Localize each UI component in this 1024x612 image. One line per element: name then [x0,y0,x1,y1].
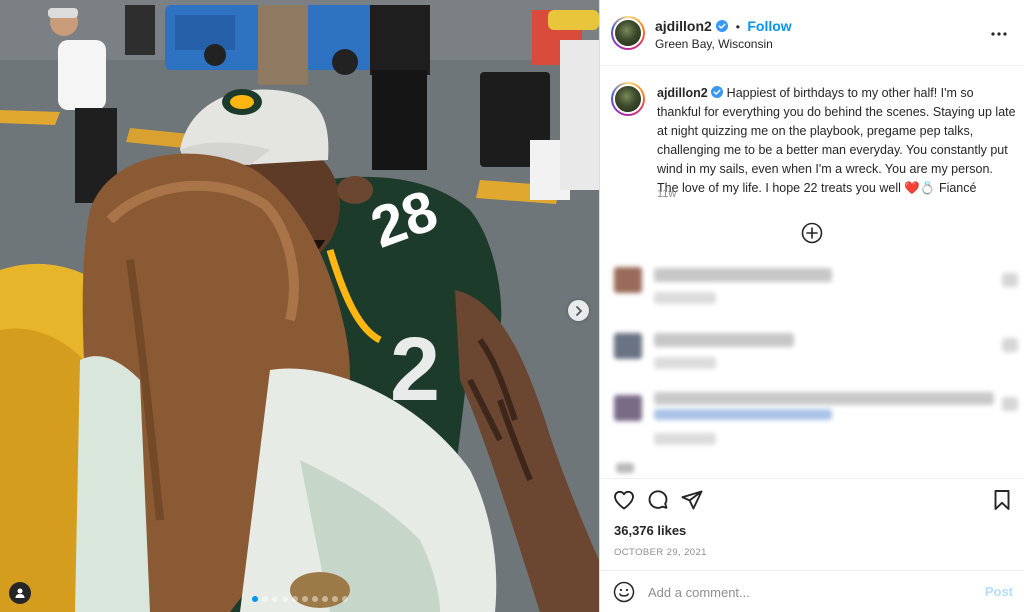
carousel-next-button[interactable] [568,300,589,321]
likes-count[interactable]: 36,376 likes [614,523,686,538]
heart-icon[interactable] [612,488,636,512]
carousel-dot [251,596,258,602]
post-actions: 36,376 likes OCTOBER 29, 2021 [600,478,1024,568]
carousel-dot [291,596,298,602]
caption-author-avatar[interactable] [611,82,645,116]
post-comment-button[interactable]: Post [985,584,1013,599]
author-username[interactable]: ajdillon2 [655,18,712,34]
verified-badge-icon [716,20,729,32]
post-caption: ajdillon2 Happiest of birthdays to my ot… [657,84,1017,198]
author-avatar[interactable] [611,16,645,50]
comment-bubble-icon[interactable] [646,488,670,512]
plus-circle-icon[interactable] [801,222,823,244]
carousel-dot [261,596,268,602]
post-photo: 28 2 [0,0,599,612]
verified-badge-icon [711,86,724,98]
post-header: ajdillon2 • Follow Green Bay, Wisconsin [600,0,1024,66]
follow-button[interactable]: Follow [747,18,791,34]
carousel-indicator [0,596,599,602]
paper-plane-icon[interactable] [680,488,704,512]
carousel-dot [341,596,348,602]
carousel-dot [311,596,318,602]
post-date[interactable]: OCTOBER 29, 2021 [614,547,707,558]
header-separator: • [735,20,740,34]
post-media[interactable]: 28 2 [0,0,599,612]
post-dialog: 28 2 ajdillon2 • Follow Green Bay, Wisco… [0,0,1024,612]
caption-timestamp[interactable]: 11w [657,188,676,200]
carousel-dot [331,596,338,602]
user-tag-icon [15,588,25,598]
carousel-dot [281,596,288,602]
post-location[interactable]: Green Bay, Wisconsin [655,37,773,51]
comments-section: ajdillon2 Happiest of birthdays to my ot… [600,67,1024,477]
comment-form: Post [600,570,1024,612]
comment-input[interactable] [648,582,968,602]
tagged-users-button[interactable] [9,582,31,604]
caption-body: Happiest of birthdays to my other half! … [657,86,1016,195]
carousel-dot [301,596,308,602]
more-options-button[interactable] [987,24,1011,44]
carousel-dot [271,596,278,602]
more-options-icon [991,32,1007,36]
caption-author-username[interactable]: ajdillon2 [657,86,708,100]
post-side-panel: ajdillon2 • Follow Green Bay, Wisconsin [599,0,1024,612]
carousel-dot [321,596,328,602]
smiley-icon[interactable] [613,581,635,603]
bookmark-icon[interactable] [990,488,1014,512]
chevron-right-icon [575,305,582,316]
